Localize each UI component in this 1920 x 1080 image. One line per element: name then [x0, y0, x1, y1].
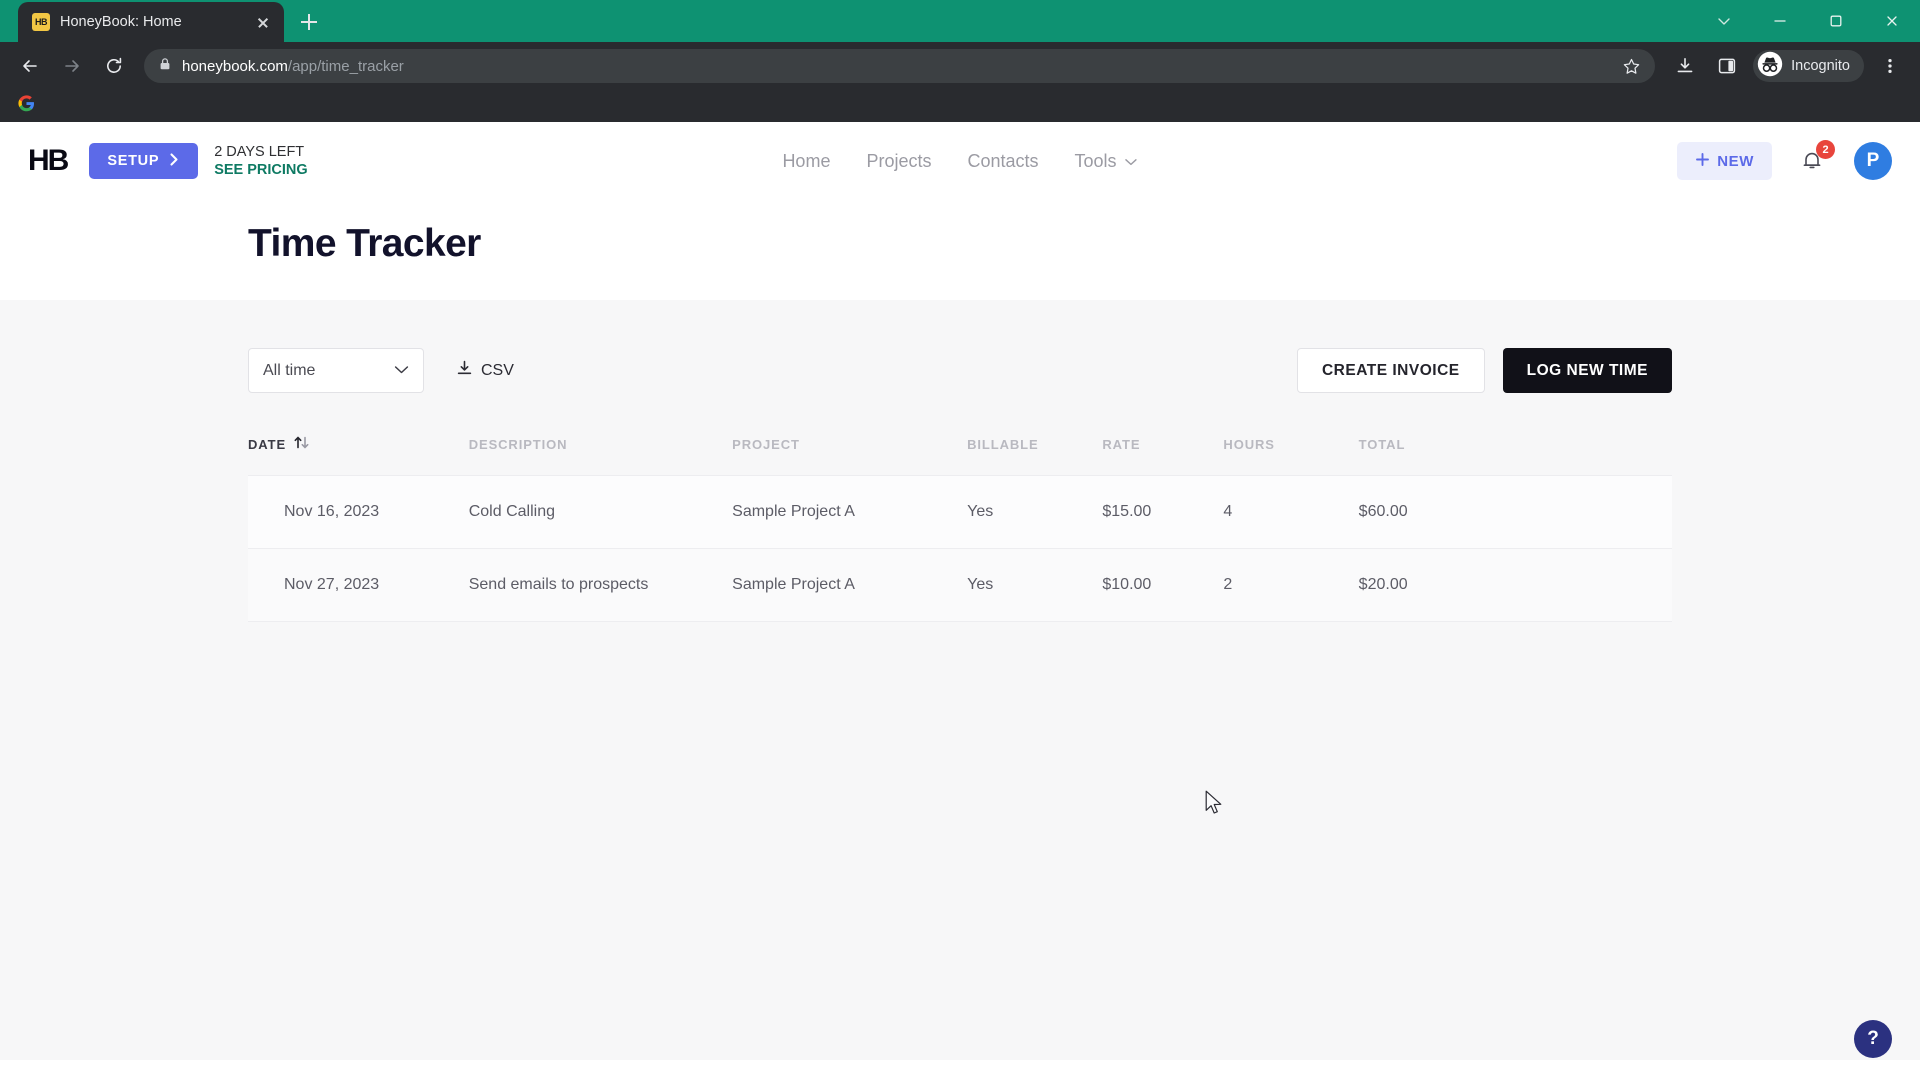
cell-billable: Yes [967, 548, 1103, 622]
column-header-total[interactable]: TOTAL [1359, 435, 1672, 476]
cell-hours: 4 [1223, 475, 1359, 549]
see-pricing-link[interactable]: SEE PRICING [214, 161, 307, 179]
new-button-label: NEW [1717, 152, 1754, 170]
column-header-project[interactable]: PROJECT [732, 435, 967, 476]
cell-total: $20.00 [1358, 548, 1672, 622]
tab-title: HoneyBook: Home [60, 14, 182, 30]
lock-icon [158, 57, 172, 76]
sort-icon [293, 435, 310, 453]
address-bar[interactable]: honeybook.com/app/time_tracker [144, 49, 1656, 83]
cell-project: Sample Project A [732, 548, 968, 622]
cell-billable: Yes [967, 475, 1103, 549]
new-tab-button[interactable] [292, 5, 326, 39]
cell-rate: $10.00 [1102, 548, 1224, 622]
csv-label: CSV [481, 361, 514, 379]
maximize-icon[interactable] [1808, 0, 1864, 42]
table-body: Nov 16, 2023 Cold Calling Sample Project… [248, 475, 1672, 622]
bookmark-star-icon[interactable] [1622, 57, 1641, 76]
reload-icon[interactable] [94, 46, 134, 86]
page-viewport: HB SETUP 2 DAYS LEFT SEE PRICING Home Pr… [0, 122, 1920, 1080]
url-path: /app/time_tracker [287, 57, 404, 75]
table-toolbar-actions: CREATE INVOICE LOG NEW TIME [1296, 348, 1672, 393]
bookmarks-bar [0, 90, 1920, 122]
header-actions: NEW 2 P [1677, 140, 1892, 180]
minimize-icon[interactable] [1752, 0, 1808, 42]
cell-date: Nov 16, 2023 [248, 475, 469, 549]
plus-icon [1695, 152, 1710, 171]
setup-label: SETUP [107, 153, 160, 169]
profile-incognito-button[interactable]: Incognito [1753, 50, 1864, 82]
column-header-billable[interactable]: BILLABLE [967, 435, 1102, 476]
google-icon[interactable] [18, 95, 35, 117]
nav-item-tools-label: Tools [1074, 150, 1117, 171]
browser-toolbar: honeybook.com/app/time_tracker Incognito [0, 42, 1920, 90]
cell-rate: $15.00 [1102, 475, 1224, 549]
log-new-time-button[interactable]: LOG NEW TIME [1502, 348, 1672, 393]
date-filter-select[interactable]: All time [248, 348, 424, 393]
table-header: DATE DESCRIPTION PROJECT BILLABLE RATE H… [248, 435, 1672, 476]
create-invoice-button[interactable]: CREATE INVOICE [1296, 348, 1485, 393]
nav-item-tools[interactable]: Tools [1075, 151, 1138, 172]
download-icon[interactable] [1665, 46, 1705, 86]
column-header-rate[interactable]: RATE [1102, 435, 1223, 476]
url-domain: honeybook.com [182, 57, 288, 75]
notifications-badge: 2 [1816, 140, 1835, 159]
close-tab-icon[interactable] [252, 11, 274, 33]
tab-search-chevron-down-icon[interactable] [1696, 0, 1752, 42]
new-button[interactable]: NEW [1677, 142, 1772, 180]
app-header: HB SETUP 2 DAYS LEFT SEE PRICING Home Pr… [0, 122, 1920, 200]
url-text: honeybook.com/app/time_tracker [182, 58, 404, 75]
tab-strip: HB HoneyBook: Home [0, 0, 1920, 42]
incognito-icon [1757, 51, 1783, 82]
download-icon [456, 360, 473, 382]
side-panel-icon[interactable] [1707, 46, 1747, 86]
cell-total: $60.00 [1358, 475, 1672, 549]
cell-project: Sample Project A [732, 475, 968, 549]
browser-tab[interactable]: HB HoneyBook: Home [18, 2, 284, 42]
honeybook-logo[interactable]: HB [28, 144, 69, 178]
cell-description: Cold Calling [468, 475, 733, 549]
table-toolbar: All time CSV CREATE INVOICE LOG NEW TIME [248, 348, 1672, 393]
time-entries-table: DATE DESCRIPTION PROJECT BILLABLE RATE H… [248, 435, 1672, 622]
incognito-label: Incognito [1791, 58, 1850, 74]
column-header-description[interactable]: DESCRIPTION [469, 435, 732, 476]
download-csv-button[interactable]: CSV [456, 360, 514, 382]
cell-description: Send emails to prospects [468, 548, 733, 622]
table-row[interactable]: Nov 27, 2023 Send emails to prospects Sa… [248, 548, 1672, 622]
trial-days-left: 2 DAYS LEFT [214, 143, 305, 160]
column-header-date-label: DATE [248, 436, 287, 452]
honeybook-favicon: HB [32, 13, 50, 31]
column-header-date[interactable]: DATE [248, 435, 469, 476]
close-icon[interactable] [1864, 0, 1920, 42]
date-filter-value: All time [263, 361, 316, 379]
trial-status: 2 DAYS LEFT SEE PRICING [214, 143, 307, 179]
cell-date: Nov 27, 2023 [248, 548, 469, 622]
table-header-row: DATE DESCRIPTION PROJECT BILLABLE RATE H… [248, 435, 1672, 476]
back-icon[interactable] [10, 46, 50, 86]
bell-icon [1798, 152, 1826, 178]
cell-hours: 2 [1223, 548, 1359, 622]
window-controls [1696, 0, 1920, 42]
table-row[interactable]: Nov 16, 2023 Cold Calling Sample Project… [248, 475, 1672, 549]
setup-button[interactable]: SETUP [89, 143, 199, 179]
more-menu-icon[interactable] [1870, 46, 1910, 86]
forward-icon[interactable] [52, 46, 92, 86]
chevron-down-icon [394, 362, 409, 380]
help-button[interactable]: ? [1854, 1020, 1892, 1058]
page-title: Time Tracker [248, 222, 481, 265]
chevron-right-icon [169, 152, 180, 170]
main-nav: Home Projects Contacts Tools [782, 151, 1137, 172]
nav-item-contacts[interactable]: Contacts [967, 151, 1038, 172]
nav-item-home[interactable]: Home [782, 151, 830, 172]
main-content: All time CSV CREATE INVOICE LOG NEW TIME [0, 300, 1920, 1060]
browser-window: HB HoneyBook: Home honeybook.com/app/tim… [0, 0, 1920, 1080]
avatar[interactable]: P [1854, 142, 1892, 180]
page-title-band: Time Tracker [0, 200, 1920, 300]
nav-item-projects[interactable]: Projects [866, 151, 931, 172]
column-header-hours[interactable]: HOURS [1223, 435, 1358, 476]
chevron-down-icon [1125, 151, 1138, 172]
notifications-button[interactable]: 2 [1798, 140, 1835, 178]
